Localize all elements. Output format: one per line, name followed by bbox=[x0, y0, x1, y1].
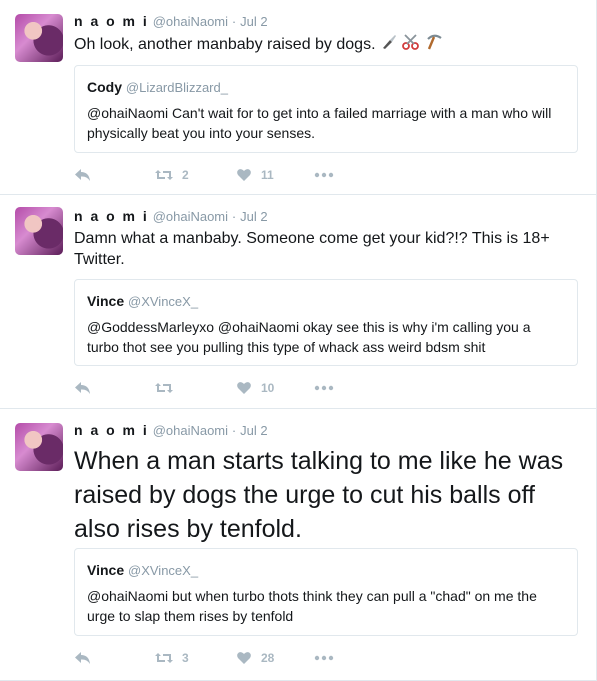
avatar[interactable] bbox=[15, 423, 63, 471]
more-button[interactable] bbox=[314, 648, 334, 668]
avatar[interactable] bbox=[15, 14, 63, 62]
tweet-date[interactable]: Jul 2 bbox=[240, 209, 267, 224]
tweet-text: Oh look, another manbaby raised by dogs. bbox=[74, 33, 580, 57]
tweet-actions: 10 bbox=[74, 378, 334, 398]
more-icon bbox=[314, 385, 334, 391]
separator: · bbox=[231, 14, 237, 29]
quoted-author-handle: @LizardBlizzard_ bbox=[125, 80, 228, 95]
more-icon bbox=[314, 655, 334, 661]
retweet-count: 2 bbox=[182, 168, 189, 182]
reply-button[interactable] bbox=[74, 378, 154, 398]
retweet-button[interactable]: 3 bbox=[154, 648, 236, 668]
like-button[interactable]: 11 bbox=[236, 165, 314, 185]
retweet-button[interactable] bbox=[154, 378, 236, 398]
separator: · bbox=[231, 423, 237, 438]
quoted-tweet[interactable]: Vince @XVinceX_ @GoddessMarleyxo @ohaiNa… bbox=[74, 279, 578, 366]
quoted-author-name: Cody bbox=[87, 79, 122, 95]
heart-icon bbox=[236, 168, 252, 182]
heart-icon bbox=[236, 651, 252, 665]
reply-icon bbox=[74, 651, 92, 665]
like-count: 28 bbox=[261, 651, 275, 665]
retweet-icon bbox=[154, 651, 174, 665]
tweet-header: n a o m i @ohaiNaomi · Jul 2 bbox=[74, 207, 580, 226]
avatar[interactable] bbox=[15, 207, 63, 255]
reply-button[interactable] bbox=[74, 648, 154, 668]
separator: · bbox=[231, 209, 237, 224]
retweet-icon bbox=[154, 381, 174, 395]
author-handle[interactable]: @ohaiNaomi bbox=[153, 209, 228, 224]
tweet-text-body: Oh look, another manbaby raised by dogs. bbox=[74, 36, 376, 53]
tweet-text: When a man starts talking to me like he … bbox=[74, 447, 564, 543]
reply-icon bbox=[74, 381, 92, 395]
reply-icon bbox=[74, 168, 92, 182]
tweet-content: n a o m i @ohaiNaomi · Jul 2 When a man … bbox=[74, 421, 580, 546]
quoted-tweet[interactable]: Cody @LizardBlizzard_ @ohaiNaomi Can't w… bbox=[74, 65, 578, 153]
tweet-header: n a o m i @ohaiNaomi · Jul 2 bbox=[74, 12, 580, 31]
like-count: 11 bbox=[261, 168, 274, 182]
like-button[interactable]: 28 bbox=[236, 648, 314, 668]
tweet-content: n a o m i @ohaiNaomi · Jul 2 Oh look, an… bbox=[74, 12, 580, 57]
tweet-actions: 3 28 bbox=[74, 648, 334, 668]
like-count: 10 bbox=[261, 381, 275, 395]
more-button[interactable] bbox=[314, 378, 334, 398]
quoted-text: @GoddessMarleyxo @ohaiNaomi okay see thi… bbox=[87, 319, 531, 355]
author-name[interactable]: n a o m i bbox=[74, 13, 149, 29]
like-button[interactable]: 10 bbox=[236, 378, 314, 398]
tweet[interactable]: n a o m i @ohaiNaomi · Jul 2 Damn what a… bbox=[0, 195, 596, 409]
quoted-text: @ohaiNaomi but when turbo thots think th… bbox=[87, 588, 537, 624]
more-button[interactable] bbox=[314, 165, 334, 185]
scissors-icon bbox=[402, 33, 420, 57]
author-name[interactable]: n a o m i bbox=[74, 422, 149, 438]
tweet-content: n a o m i @ohaiNaomi · Jul 2 Damn what a… bbox=[74, 207, 580, 270]
quoted-tweet[interactable]: Vince @XVinceX_ @ohaiNaomi but when turb… bbox=[74, 548, 578, 636]
author-handle[interactable]: @ohaiNaomi bbox=[153, 423, 228, 438]
tweet[interactable]: n a o m i @ohaiNaomi · Jul 2 When a man … bbox=[0, 409, 596, 681]
heart-icon bbox=[236, 381, 252, 395]
tweet-text: Damn what a manbaby. Someone come get yo… bbox=[74, 230, 550, 268]
more-icon bbox=[314, 172, 334, 178]
quoted-author-handle: @XVinceX_ bbox=[128, 563, 199, 578]
retweet-count: 3 bbox=[182, 651, 189, 665]
tweet[interactable]: n a o m i @ohaiNaomi · Jul 2 Oh look, an… bbox=[0, 0, 596, 195]
retweet-icon bbox=[154, 168, 174, 182]
retweet-button[interactable]: 2 bbox=[154, 165, 236, 185]
pick-icon bbox=[425, 33, 443, 57]
quoted-author-name: Vince bbox=[87, 562, 125, 578]
tweet-header: n a o m i @ohaiNaomi · Jul 2 bbox=[74, 421, 580, 440]
tweet-date[interactable]: Jul 2 bbox=[240, 423, 267, 438]
knife-icon bbox=[380, 33, 398, 57]
author-name[interactable]: n a o m i bbox=[74, 208, 149, 224]
tweet-actions: 2 11 bbox=[74, 165, 334, 185]
quoted-author-name: Vince bbox=[87, 293, 125, 309]
quoted-text: @ohaiNaomi Can't wait for to get into a … bbox=[87, 105, 552, 141]
tweet-date[interactable]: Jul 2 bbox=[240, 14, 267, 29]
reply-button[interactable] bbox=[74, 165, 154, 185]
author-handle[interactable]: @ohaiNaomi bbox=[153, 14, 228, 29]
quoted-author-handle: @XVinceX_ bbox=[128, 294, 199, 309]
timeline: n a o m i @ohaiNaomi · Jul 2 Oh look, an… bbox=[0, 0, 597, 681]
